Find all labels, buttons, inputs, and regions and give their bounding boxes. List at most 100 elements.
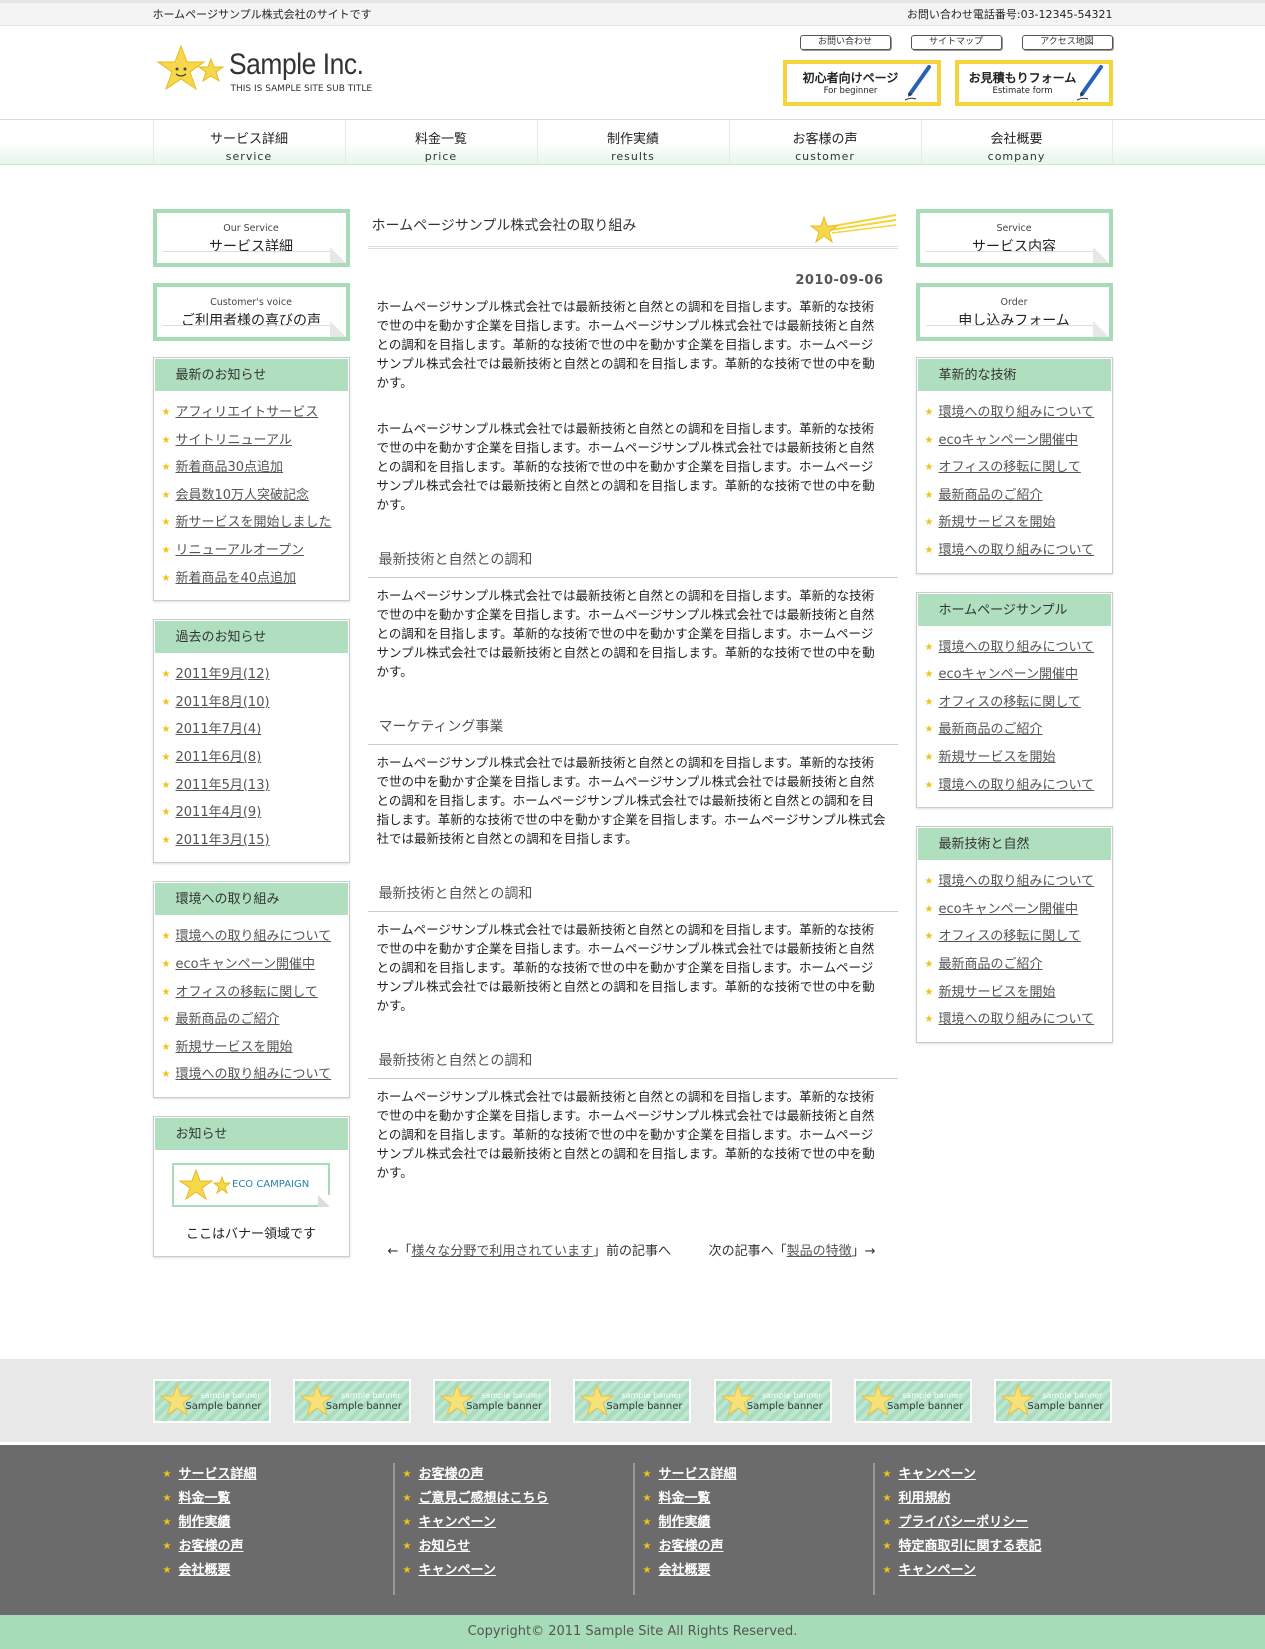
footer-link[interactable]: 特定商取引に関する表記	[899, 1539, 1042, 1554]
box-title: 革新的な技術	[916, 358, 1112, 392]
list-link[interactable]: 環境への取り組みについて	[939, 640, 1095, 655]
list-link[interactable]: 2011年6月(8)	[176, 750, 262, 765]
list-link[interactable]: リニューアルオープン	[176, 543, 305, 558]
sitemap-link[interactable]: サイトマップ	[910, 35, 1002, 50]
star-bullet-icon: ★	[924, 724, 934, 736]
nav-label: サービス詳細	[209, 132, 288, 147]
list-link[interactable]: オフィスの移転に関して	[939, 695, 1081, 710]
list-link[interactable]: 2011年3月(15)	[176, 833, 270, 848]
nav-item-company[interactable]: 会社概要 company	[920, 120, 1113, 164]
order-form-banner[interactable]: Order 申し込みフォーム	[915, 283, 1113, 341]
link-list: ★ 環境への取り組みについて ★ ecoキャンペーン開催中 ★ オフィスの移転に関して…	[917, 861, 1112, 1042]
footer-link[interactable]: お客様の声	[659, 1539, 724, 1554]
list-link[interactable]: 最新商品のご紹介	[939, 957, 1043, 972]
customers-voice-banner[interactable]: Customer's voice ご利用者様の喜びの声	[152, 283, 350, 341]
list-link[interactable]: 新着商品30点追加	[176, 460, 284, 475]
list-link[interactable]: 2011年7月(4)	[176, 722, 262, 737]
banner-small-label: sample banner	[761, 1390, 822, 1400]
banner-small-label: sample banner	[1042, 1390, 1103, 1400]
header-links: お問い合わせ サイトマップ アクセス地図	[799, 35, 1113, 50]
footer-link[interactable]: キャンペーン	[899, 1467, 976, 1482]
footer-link[interactable]: サービス詳細	[659, 1467, 737, 1482]
access-map-link[interactable]: アクセス地図	[1021, 35, 1113, 50]
sample-banner[interactable]: sample banner Sample banner	[994, 1378, 1113, 1423]
footer-link[interactable]: ご意見ご感想はこちら	[419, 1491, 549, 1506]
footer-link[interactable]: キャンペーン	[899, 1563, 976, 1578]
list-link[interactable]: 新規サービスを開始	[176, 1040, 293, 1055]
list-link[interactable]: 環境への取り組みについて	[939, 778, 1095, 793]
footer-link[interactable]: 制作実績	[179, 1515, 231, 1530]
nav-item-customer[interactable]: お客様の声 customer	[728, 120, 921, 164]
nav-item-service[interactable]: サービス詳細 service	[152, 120, 345, 164]
list-link[interactable]: オフィスの移転に関して	[939, 460, 1081, 475]
our-service-banner[interactable]: Our Service サービス詳細	[152, 209, 350, 267]
banner-strip: sample banner Sample banner sample banner S…	[0, 1358, 1265, 1445]
list-link[interactable]: ecoキャンペーン開催中	[939, 902, 1078, 917]
list-link[interactable]: 環境への取り組みについて	[176, 1067, 332, 1082]
banner-jp: ご利用者様の喜びの声	[181, 313, 321, 329]
star-bullet-icon: ★	[161, 544, 171, 556]
list-link[interactable]: 2011年5月(13)	[176, 778, 270, 793]
list-link[interactable]: 新サービスを開始しました	[176, 515, 332, 530]
section-heading: 最新技術と自然との調和	[367, 878, 898, 912]
environment-box: 環境への取り組み ★ 環境への取り組みについて ★ ecoキャンペーン開催中 ★ オフ…	[152, 881, 350, 1098]
list-link[interactable]: 新着商品を40点追加	[176, 571, 297, 586]
list-link[interactable]: オフィスの移転に関して	[176, 985, 318, 1000]
service-content-banner[interactable]: Service サービス内容	[915, 209, 1113, 267]
contact-link[interactable]: お問い合わせ	[799, 35, 891, 50]
list-link[interactable]: 新規サービスを開始	[939, 750, 1056, 765]
footer-link[interactable]: お客様の声	[419, 1467, 484, 1482]
footer-link[interactable]: お知らせ	[419, 1539, 471, 1554]
list-link[interactable]: サイトリニューアル	[176, 433, 292, 448]
list-link[interactable]: 2011年9月(12)	[176, 667, 270, 682]
sample-banner[interactable]: sample banner Sample banner	[713, 1378, 832, 1423]
footer-link[interactable]: 制作実績	[659, 1515, 711, 1530]
list-link[interactable]: 2011年4月(9)	[176, 805, 262, 820]
list-link[interactable]: 環境への取り組みについて	[176, 929, 332, 944]
list-link[interactable]: 最新商品のご紹介	[176, 1012, 280, 1027]
sample-banner[interactable]: sample banner Sample banner	[854, 1378, 973, 1423]
footer-link[interactable]: サービス詳細	[179, 1467, 257, 1482]
footer-link[interactable]: 会社概要	[179, 1563, 231, 1578]
list-link[interactable]: 環境への取り組みについて	[939, 1012, 1095, 1027]
footer-link[interactable]: キャンペーン	[419, 1515, 496, 1530]
list-link[interactable]: 最新商品のご紹介	[939, 488, 1043, 503]
list-link[interactable]: 環境への取り組みについて	[939, 543, 1095, 558]
footer-item: ★ 料金一覧	[163, 1487, 393, 1511]
footer-link[interactable]: 利用規約	[899, 1491, 951, 1506]
footer-column: ★ キャンペーン ★ 利用規約 ★ プライバシーポリシー ★ 特定商取引に関する表記 ★ キャンペ…	[872, 1462, 1113, 1595]
list-link[interactable]: 2011年8月(10)	[176, 695, 270, 710]
list-link[interactable]: 新規サービスを開始	[939, 985, 1056, 1000]
estimate-form-button[interactable]: お見積もりフォーム Estimate form	[954, 60, 1113, 106]
beginner-page-button[interactable]: 初心者向けページ For beginner	[782, 60, 941, 106]
list-link[interactable]: 環境への取り組みについて	[939, 874, 1095, 889]
footer-link[interactable]: 料金一覧	[179, 1491, 231, 1506]
sample-banner[interactable]: sample banner Sample banner	[573, 1378, 692, 1423]
list-link[interactable]: ecoキャンペーン開催中	[176, 957, 315, 972]
footer-link[interactable]: 会社概要	[659, 1563, 711, 1578]
footer-link[interactable]: キャンペーン	[419, 1563, 496, 1578]
banner-en: Our Service	[223, 223, 279, 234]
star-bullet-icon: ★	[924, 1014, 934, 1026]
sample-banner[interactable]: sample banner Sample banner	[152, 1378, 271, 1423]
list-link[interactable]: 環境への取り組みについて	[939, 405, 1095, 420]
eco-campaign-banner[interactable]: ECO CAMPAIGN	[172, 1162, 330, 1207]
prev-article-link[interactable]: 様々な分野で利用されています	[411, 1244, 593, 1259]
list-link[interactable]: ecoキャンペーン開催中	[939, 433, 1078, 448]
next-article-link[interactable]: 製品の特徴	[787, 1244, 852, 1259]
site-logo[interactable]: Sample Inc. THIS IS SAMPLE SITE SUB TITL…	[153, 42, 382, 98]
list-link[interactable]: 新規サービスを開始	[939, 515, 1056, 530]
footer-link[interactable]: 料金一覧	[659, 1491, 711, 1506]
footer-link[interactable]: プライバシーポリシー	[899, 1515, 1029, 1530]
list-link[interactable]: オフィスの移転に関して	[939, 929, 1081, 944]
list-link[interactable]: 最新商品のご紹介	[939, 722, 1043, 737]
nav-item-results[interactable]: 制作実績 results	[536, 120, 729, 164]
beginner-button-sub: For beginner	[823, 86, 878, 96]
footer-link[interactable]: お客様の声	[179, 1539, 244, 1554]
sample-banner[interactable]: sample banner Sample banner	[292, 1378, 411, 1423]
list-link[interactable]: ecoキャンペーン開催中	[939, 667, 1078, 682]
sample-banner[interactable]: sample banner Sample banner	[433, 1378, 552, 1423]
nav-item-price[interactable]: 料金一覧 price	[344, 120, 537, 164]
list-link[interactable]: アフィリエイトサービス	[176, 405, 319, 420]
list-link[interactable]: 会員数10万人突破記念	[176, 488, 310, 503]
